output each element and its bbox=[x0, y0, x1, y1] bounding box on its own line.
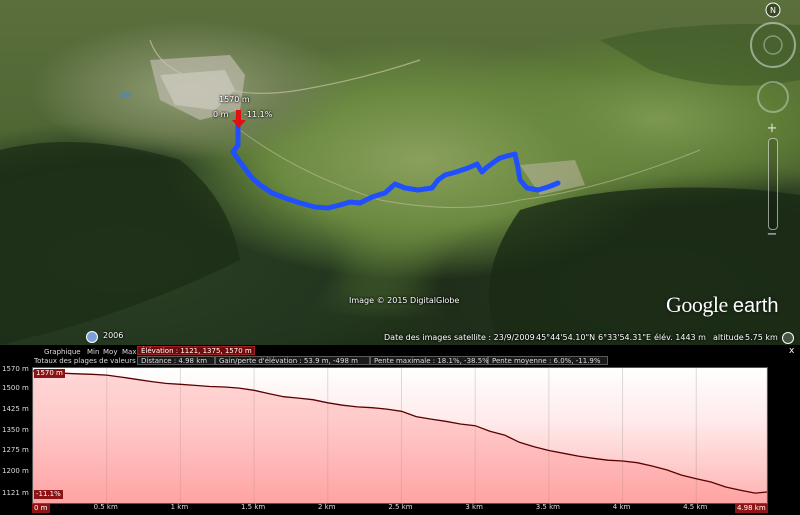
y-tick-label: 1350 m bbox=[2, 425, 29, 434]
latitude-readout: 45°44'54.10"N bbox=[536, 333, 596, 342]
elevation-stat[interactable]: Élévation : 1121, 1375, 1570 m bbox=[137, 346, 255, 355]
y-tick-label: 1121 m bbox=[2, 489, 29, 497]
longitude-readout: 6°33'54.31"E bbox=[598, 333, 652, 342]
y-tick-label: 1425 m bbox=[2, 405, 29, 414]
elevation-chart-svg bbox=[33, 368, 767, 503]
x-tick-label: 2 km bbox=[317, 503, 336, 511]
x-tick-label: 1 km bbox=[170, 503, 189, 511]
x-tick-label: 4 km bbox=[612, 503, 631, 511]
y-tick-label: 1570 m bbox=[2, 365, 29, 373]
imagery-year[interactable]: 2006 bbox=[103, 331, 123, 340]
avg-slope-stat[interactable]: Pente moyenne : 6.0%, -11.9% bbox=[488, 356, 608, 365]
gain-loss-stat[interactable]: Gain/perte d'élévation : 53.9 m, -498 m bbox=[215, 356, 370, 365]
x-tick-label: 1.5 km bbox=[240, 503, 266, 511]
y-tick-label: 1275 m bbox=[2, 446, 29, 455]
close-icon[interactable]: x bbox=[789, 346, 794, 356]
logo-earth: earth bbox=[732, 295, 779, 317]
slope-tag: -11.1% bbox=[34, 490, 63, 499]
imagery-date: Date des images satellite : 23/9/2009 bbox=[384, 333, 535, 342]
graph-label: Graphique bbox=[44, 348, 81, 356]
y-tick-label: 1500 m bbox=[2, 384, 29, 393]
start-distance-tag: 0 m bbox=[32, 504, 50, 513]
distance-stat[interactable]: Distance : 4.98 km bbox=[137, 356, 215, 365]
avg-option[interactable]: Moy bbox=[103, 348, 117, 356]
y-tick-label: 1200 m bbox=[2, 467, 29, 476]
elevation-profile-panel: Graphique Min Moy Max Totaux des plages … bbox=[0, 345, 800, 515]
altitude-label: altitude bbox=[713, 333, 744, 342]
x-tick-label: 3.5 km bbox=[535, 503, 560, 511]
google-earth-logo: Google earth bbox=[666, 292, 778, 318]
x-tick-label: 2.5 km bbox=[388, 503, 413, 511]
elevation-chart[interactable] bbox=[32, 367, 768, 504]
elevation-readout: élév. 1443 m bbox=[654, 333, 706, 342]
x-tick-label: 0.5 km bbox=[93, 503, 118, 511]
elevation-area bbox=[33, 371, 767, 503]
marker-slope: -11.1% bbox=[244, 110, 273, 119]
marker-distance: 0 m bbox=[213, 110, 229, 119]
end-distance-tag: 4.98 km bbox=[735, 504, 768, 513]
zoom-out-icon[interactable]: − bbox=[764, 228, 780, 242]
logo-google: Google bbox=[666, 292, 728, 317]
x-tick-label: 3 km bbox=[465, 503, 483, 511]
marker-elevation: 1570 m bbox=[219, 95, 250, 104]
range-totals-label: Totaux des plages de valeurs bbox=[34, 357, 136, 365]
max-elevation-tag: 1570 m bbox=[34, 369, 65, 378]
eye-icon[interactable] bbox=[782, 332, 794, 344]
svg-text:N: N bbox=[770, 6, 776, 15]
max-option[interactable]: Max bbox=[122, 348, 136, 356]
zoom-slider[interactable] bbox=[768, 138, 778, 230]
min-option[interactable]: Min bbox=[87, 348, 99, 356]
x-tick-label: 4.5 km bbox=[683, 503, 708, 511]
imagery-copyright: Image © 2015 DigitalGlobe bbox=[349, 296, 460, 305]
max-slope-stat[interactable]: Pente maximale : 18.1%, -38.5% bbox=[370, 356, 489, 365]
clock-icon[interactable] bbox=[86, 331, 98, 343]
move-control-icon bbox=[757, 81, 789, 113]
altitude-value: 5.75 km bbox=[745, 333, 778, 342]
route-path bbox=[230, 115, 561, 211]
satellite-map[interactable]: N + − 1570 m 0 m -11.1% Image © 2015 Dig… bbox=[0, 0, 800, 345]
zoom-in-icon[interactable]: + bbox=[764, 122, 780, 136]
